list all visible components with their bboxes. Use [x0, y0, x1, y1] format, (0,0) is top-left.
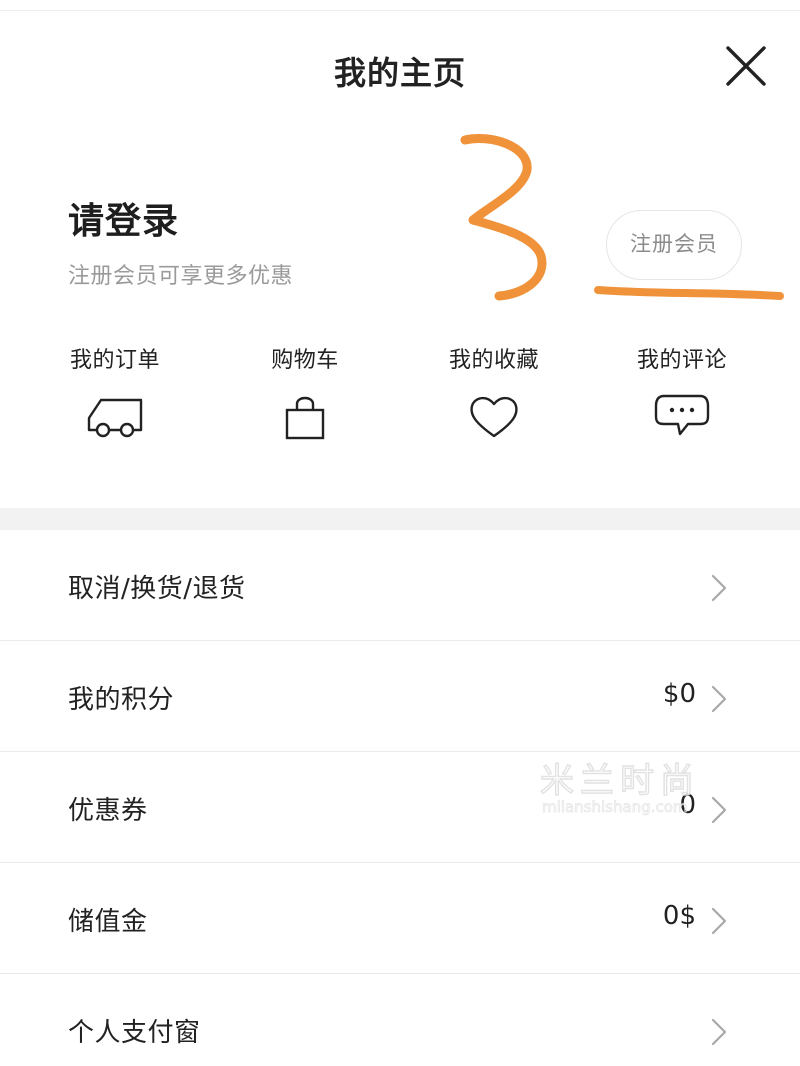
quick-link-label: 购物车 — [271, 348, 339, 373]
comment-icon — [654, 394, 710, 436]
coupons-value: 0 — [679, 790, 696, 820]
heart-icon — [470, 396, 518, 438]
menu-item-label: 取消/换货/退货 — [68, 574, 246, 604]
menu-item-label: 储值金 — [68, 907, 148, 937]
login-subtitle: 注册会员可享更多优惠 — [68, 264, 294, 289]
chevron-right-icon — [711, 907, 727, 935]
chevron-right-icon — [711, 1018, 727, 1046]
chevron-right-icon — [711, 796, 727, 824]
bag-icon — [285, 396, 325, 440]
close-icon — [726, 46, 766, 86]
quick-link-label: 我的收藏 — [448, 348, 539, 373]
menu-item-points[interactable]: 我的积分 $0 — [0, 641, 800, 752]
stored-value-amount: 0$ — [662, 901, 696, 931]
menu-item-returns[interactable]: 取消/换货/退货 — [0, 530, 800, 641]
section-divider — [0, 508, 800, 530]
page-title: 我的主页 — [333, 54, 466, 92]
truck-icon — [87, 398, 143, 438]
menu-item-label: 我的积分 — [68, 685, 175, 715]
points-value: $0 — [662, 679, 696, 709]
page-header: 我的主页 — [0, 0, 800, 130]
account-menu: 取消/换货/退货 我的积分 $0 优惠券 0 储值金 0$ 个人支付窗 — [0, 530, 800, 1066]
close-button[interactable] — [722, 42, 770, 90]
quick-links: 我的订单 购物车 我的收藏 我的评论 — [0, 342, 800, 462]
menu-item-label: 优惠券 — [68, 796, 148, 826]
menu-item-coupons[interactable]: 优惠券 0 — [0, 752, 800, 863]
register-button[interactable]: 注册会员 — [606, 210, 742, 280]
menu-item-label: 个人支付窗 — [68, 1018, 201, 1048]
menu-item-stored-value[interactable]: 储值金 0$ — [0, 863, 800, 974]
quick-link-orders[interactable]: 我的订单 — [25, 342, 205, 440]
login-block[interactable]: 请登录 注册会员可享更多优惠 — [68, 192, 293, 290]
quick-link-cart[interactable]: 购物车 — [215, 342, 395, 440]
handwritten-3-annotation — [460, 134, 547, 301]
quick-link-label: 我的评论 — [636, 348, 727, 373]
handwritten-underline-annotation — [594, 286, 784, 300]
chevron-right-icon — [711, 685, 727, 713]
chevron-right-icon — [711, 574, 727, 602]
menu-item-payment[interactable]: 个人支付窗 — [0, 974, 800, 1066]
quick-link-favorites[interactable]: 我的收藏 — [404, 342, 584, 440]
login-title[interactable]: 请登录 — [68, 192, 293, 244]
quick-link-label: 我的订单 — [69, 348, 160, 373]
quick-link-reviews[interactable]: 我的评论 — [592, 342, 772, 440]
